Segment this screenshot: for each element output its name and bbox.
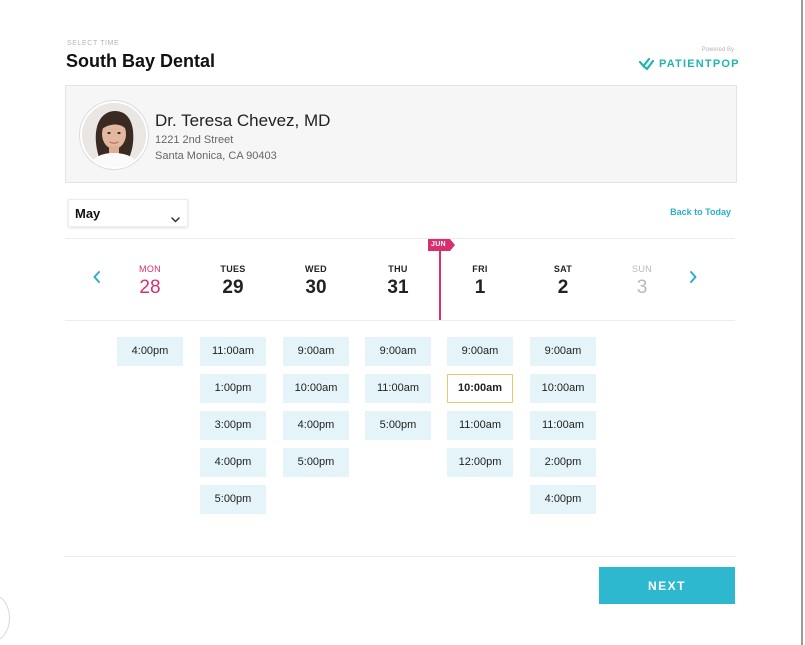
next-button[interactable]: NEXT [599, 567, 735, 604]
divider [65, 320, 735, 321]
time-slot[interactable]: 4:00pm [283, 411, 349, 440]
divider [65, 238, 735, 239]
time-slot[interactable]: 10:00am [283, 374, 349, 403]
day-number: 3 [636, 277, 648, 298]
time-slot-selected[interactable]: 10:00am [447, 374, 513, 403]
day-of-week-label: WED [305, 264, 327, 274]
time-slot[interactable]: 5:00pm [283, 448, 349, 477]
day-number: 29 [222, 277, 244, 298]
prev-week-button[interactable] [92, 270, 101, 289]
chevron-left-icon [93, 271, 100, 283]
time-slot[interactable]: 11:00am [200, 337, 266, 366]
day-header-wed[interactable]: WED 30 [286, 264, 346, 299]
provider-address-line2: Santa Monica, CA 90403 [155, 150, 277, 162]
time-slot[interactable]: 11:00am [365, 374, 431, 403]
time-slot[interactable]: 4:00pm [117, 337, 183, 366]
chevron-right-icon [690, 271, 697, 283]
day-header-fri[interactable]: FRI 1 [450, 264, 510, 299]
powered-by-label: Powered By [701, 47, 734, 53]
day-header-mon[interactable]: MON 28 [120, 264, 180, 299]
time-slot[interactable]: 4:00pm [530, 485, 596, 514]
day-of-week-label: SAT [553, 264, 573, 274]
provider-name: Dr. Teresa Chevez, MD [155, 111, 331, 130]
window-edge [801, 0, 803, 645]
brand-logo: PATIENTPOP [638, 57, 740, 70]
time-slot[interactable]: 11:00am [447, 411, 513, 440]
day-of-week-label: TUES [220, 264, 246, 274]
time-slot[interactable]: 12:00pm [447, 448, 513, 477]
month-select[interactable]: May [68, 199, 188, 227]
day-number: 30 [305, 277, 327, 298]
time-slot[interactable]: 5:00pm [365, 411, 431, 440]
month-marker-tag: JUN [428, 239, 455, 251]
day-of-week-label: FRI [472, 264, 488, 274]
back-to-today-link[interactable]: Back to Today [652, 207, 731, 217]
time-slot[interactable]: 9:00am [530, 337, 596, 366]
day-of-week-label: THU [388, 264, 408, 274]
patientpop-logo-icon [638, 57, 654, 70]
time-slot[interactable]: 9:00am [447, 337, 513, 366]
chevron-down-icon [171, 210, 180, 228]
month-select-value: May [75, 206, 101, 221]
day-of-week-label: SUN [632, 264, 652, 274]
day-header-sat[interactable]: SAT 2 [533, 264, 593, 299]
time-slot[interactable]: 1:00pm [200, 374, 266, 403]
time-slot[interactable]: 5:00pm [200, 485, 266, 514]
provider-card: Dr. Teresa Chevez, MD 1221 2nd Street Sa… [65, 85, 737, 183]
month-marker-line [439, 243, 441, 320]
day-of-week-label: MON [139, 264, 161, 274]
day-number: 28 [139, 277, 161, 298]
next-week-button[interactable] [689, 270, 698, 289]
time-slot[interactable]: 11:00am [530, 411, 596, 440]
day-number: 31 [387, 277, 409, 298]
time-slot[interactable]: 3:00pm [200, 411, 266, 440]
time-slot[interactable]: 10:00am [530, 374, 596, 403]
time-slot[interactable]: 9:00am [365, 337, 431, 366]
step-kicker: SELECT TIME [67, 40, 120, 47]
day-number: 1 [474, 277, 486, 298]
brand-name: PATIENTPOP [659, 57, 740, 70]
divider [65, 556, 735, 557]
day-header-thu[interactable]: THU 31 [368, 264, 428, 299]
practice-title: South Bay Dental [66, 51, 216, 71]
day-number: 2 [557, 277, 569, 298]
provider-address-line1: 1221 2nd Street [155, 134, 234, 146]
time-slot[interactable]: 9:00am [283, 337, 349, 366]
time-slot[interactable]: 2:00pm [530, 448, 596, 477]
day-header-tues[interactable]: TUES 29 [203, 264, 263, 299]
avatar [80, 101, 148, 169]
decorative-arc [0, 595, 10, 641]
time-slot[interactable]: 4:00pm [200, 448, 266, 477]
day-header-sun: SUN 3 [612, 264, 672, 299]
